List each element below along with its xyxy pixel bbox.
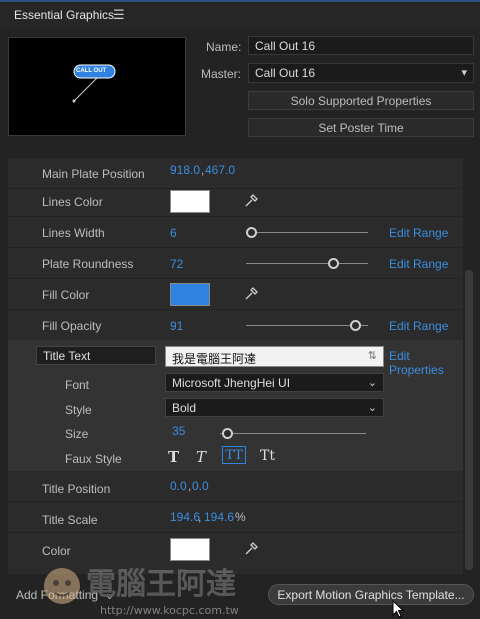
plate-roundness-slider-track[interactable] [246,263,368,264]
property-label: Fill Color [42,288,90,302]
property-row-title-position: Title Position 0.0 , 0.0 [8,471,463,502]
eyedropper-icon[interactable] [244,194,258,208]
title-text-label[interactable]: Title Text [36,346,156,365]
lines-color-swatch[interactable] [170,190,210,213]
title-text-input-value: 我是電腦王阿達 [172,352,257,366]
plate-roundness-value[interactable]: 72 [170,257,183,271]
spinner-icon[interactable]: ⇅ [368,349,377,362]
title-text-group: Title Text 我是電腦王阿達 ⇅ Edit Properties Fon… [8,340,463,471]
size-value[interactable]: 35 [172,424,185,438]
edit-range-link[interactable]: Edit Range [389,226,448,240]
small-caps-button[interactable]: Tt [260,448,275,464]
properties-list: Main Plate Position 918.0 , 467.0 Lines … [8,158,463,574]
title-position-x-value[interactable]: 0.0 [170,479,187,493]
mouse-cursor-icon [392,600,404,618]
edit-range-link[interactable]: Edit Range [389,319,448,333]
property-label: Lines Color [42,195,103,209]
property-row-fill-opacity: Fill Opacity 91 Edit Range [8,310,463,341]
property-row-lines-width: Lines Width 6 Edit Range [8,217,463,248]
eyedropper-icon[interactable] [244,542,258,556]
faux-bold-button[interactable]: T [168,448,179,466]
property-label: Main Plate Position [42,167,145,181]
master-dropdown-value: Call Out 16 [255,66,316,80]
property-label: Plate Roundness [42,257,134,271]
svg-text:http://www.kocpc.com.tw: http://www.kocpc.com.tw [100,604,239,616]
title-scale-y-value[interactable]: 194.6 [204,510,234,524]
callout-preview-text: CALL OUT [76,68,107,74]
name-input[interactable]: Call Out 16 [248,36,474,55]
fill-color-swatch[interactable] [170,283,210,306]
fill-opacity-value[interactable]: 91 [170,319,183,333]
solo-supported-properties-button[interactable]: Solo Supported Properties [248,91,474,110]
size-slider-knob[interactable] [222,428,233,439]
master-label: Master: [201,67,242,81]
font-label: Font [65,378,90,392]
scrollbar-thumb[interactable] [465,270,473,570]
property-label: Title Scale [42,513,98,527]
property-label: Fill Opacity [42,319,102,333]
property-row-fill-color: Fill Color [8,279,463,310]
style-dropdown-value: Bold [172,401,197,415]
svg-text:電腦王阿達: 電腦王阿達 [86,567,236,602]
eyedropper-icon[interactable] [244,287,258,301]
master-dropdown[interactable]: Call Out 16 ▾ [248,63,474,83]
property-label: Lines Width [42,226,105,240]
export-motion-graphics-template-button[interactable]: Export Motion Graphics Template... [268,584,474,605]
chevron-down-icon: ▾ [461,67,467,79]
position-y-value[interactable]: 467.0 [205,163,235,177]
edit-properties-link[interactable]: Edit Properties [389,349,463,377]
panel-title: Essential Graphics [14,8,115,22]
edit-range-link[interactable]: Edit Range [389,257,448,271]
hamburger-icon[interactable]: ☰ [113,7,125,23]
title-text-input[interactable]: 我是電腦王阿達 ⇅ [165,346,384,367]
title-position-y-value[interactable]: 0.0 [192,479,209,493]
chevron-down-icon: ⌄ [367,402,377,414]
lines-width-value[interactable]: 6 [170,226,177,240]
plate-roundness-slider-knob[interactable] [328,258,339,269]
title-scale-unit: % [235,510,246,524]
all-caps-button[interactable]: TT [222,446,246,464]
title-scale-x-value[interactable]: 194.6 [170,510,200,524]
chevron-down-icon: ⌄ [367,377,377,389]
preview-thumbnail: CALL OUT [8,37,186,136]
watermark-logo: 電腦王阿達 http://www.kocpc.com.tw [40,556,260,617]
property-row-title-scale: Title Scale 194.6 , 194.6 % [8,502,463,533]
name-label: Name: [206,40,242,54]
font-dropdown[interactable]: Microsoft JhengHei UI ⌄ [165,373,384,392]
lines-width-slider-knob[interactable] [246,227,257,238]
property-row-plate-roundness: Plate Roundness 72 Edit Range [8,248,463,279]
style-label: Style [65,403,92,417]
font-dropdown-value: Microsoft JhengHei UI [172,376,291,390]
position-x-value[interactable]: 918.0 [170,163,200,177]
property-row-lines-color: Lines Color [8,186,463,217]
faux-italic-button[interactable]: T [196,448,206,466]
faux-style-label: Faux Style [65,452,122,466]
watermark-mascot-icon: 電腦王阿達 http://www.kocpc.com.tw [44,567,239,617]
fill-opacity-slider-knob[interactable] [350,320,361,331]
size-label: Size [65,427,89,441]
property-row-main-plate-position: Main Plate Position 918.0 , 467.0 [8,158,463,189]
set-poster-time-button[interactable]: Set Poster Time [248,118,474,137]
lines-width-slider-track[interactable] [246,232,368,233]
property-label: Title Position [42,482,111,496]
callout-preview [72,64,116,103]
style-dropdown[interactable]: Bold ⌄ [165,398,384,417]
size-slider-track[interactable] [220,433,366,434]
